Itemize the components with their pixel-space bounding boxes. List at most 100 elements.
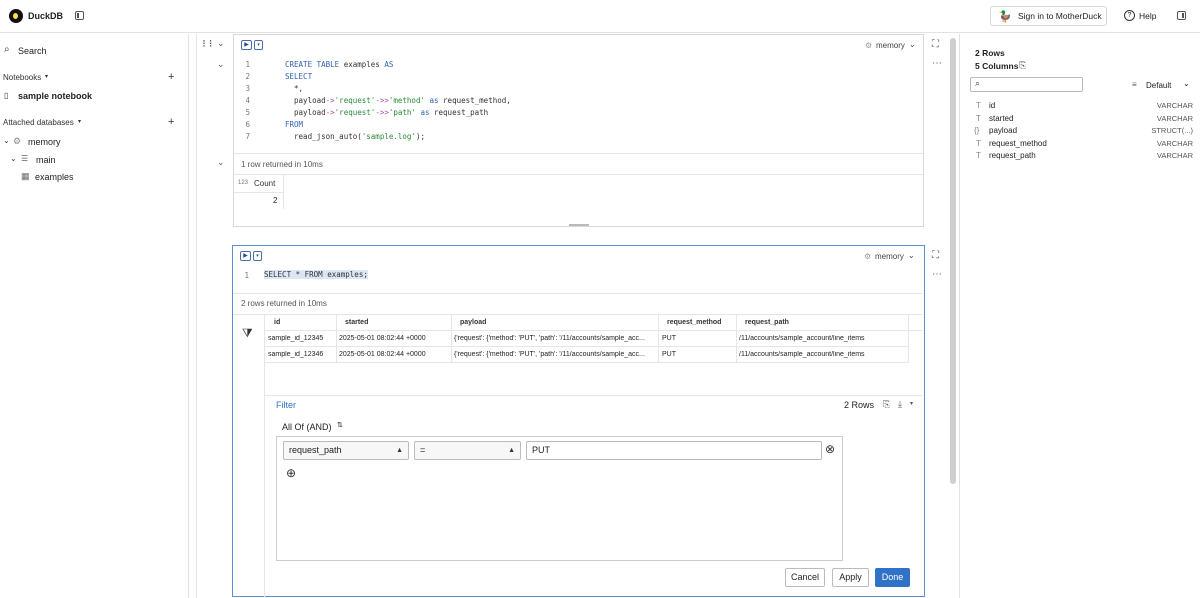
cancel-button[interactable]: Cancel: [785, 568, 825, 587]
chevron-down-icon[interactable]: ▾: [910, 400, 913, 407]
remove-filter-icon[interactable]: ⊗: [825, 442, 835, 456]
column-type: VARCHAR: [1156, 114, 1193, 123]
code-line[interactable]: CREATE TABLE examples AS: [285, 60, 393, 69]
help-icon[interactable]: ?: [1124, 10, 1135, 21]
code-line[interactable]: payload->'request'->>'method' as request…: [285, 96, 511, 105]
table-cell[interactable]: PUT: [662, 351, 732, 358]
filter-combinator-select[interactable]: All Of (AND): [282, 422, 332, 432]
column-item[interactable]: id: [989, 101, 995, 110]
run-options-button[interactable]: ▾: [254, 40, 263, 50]
motherduck-icon: 🦆: [998, 11, 1012, 23]
tree-item-main[interactable]: main: [36, 155, 56, 165]
download-icon[interactable]: ⤓: [898, 399, 902, 410]
scrollbar[interactable]: [950, 38, 956, 484]
collapse-code-icon[interactable]: ⌄: [217, 59, 225, 70]
column-header[interactable]: Count: [254, 179, 275, 188]
notebooks-caret-icon[interactable]: ▾: [45, 73, 48, 80]
right-panel-toggle-icon[interactable]: [1177, 11, 1186, 20]
sidebar-item-sample-notebook[interactable]: sample notebook: [18, 91, 92, 101]
filter-tab[interactable]: Filter: [276, 400, 296, 410]
add-filter-icon[interactable]: ⊕: [286, 466, 296, 480]
column-header-request-method[interactable]: request_method: [667, 319, 721, 326]
result-status: 2 rows returned in 10ms: [241, 299, 327, 308]
run-options-button[interactable]: ▾: [253, 251, 262, 261]
search-button[interactable]: Search: [18, 46, 47, 56]
divider: [265, 330, 923, 331]
motherduck-signin-button[interactable]: 🦆 Sign in to MotherDuck: [990, 6, 1107, 26]
column-header-payload[interactable]: payload: [460, 319, 486, 326]
column-type: VARCHAR: [1156, 151, 1193, 160]
filter-value-input[interactable]: PUT: [526, 441, 822, 460]
apply-button[interactable]: Apply: [832, 568, 869, 587]
tree-item-memory[interactable]: memory: [28, 137, 61, 147]
divider: [451, 315, 452, 362]
code-line[interactable]: read_json_auto('sample.log');: [285, 132, 425, 141]
divider: [265, 362, 909, 363]
collapse-result-icon[interactable]: ⌄: [217, 157, 225, 168]
chevron-down-icon[interactable]: ⌄: [1183, 79, 1190, 88]
column-header-id[interactable]: id: [274, 319, 280, 326]
expand-icon[interactable]: ⛶: [932, 250, 939, 261]
table-cell[interactable]: PUT: [662, 335, 732, 342]
column-item[interactable]: payload: [989, 126, 1017, 135]
table-cell[interactable]: sample_id_12346: [268, 351, 334, 358]
notebooks-header[interactable]: Notebooks: [3, 73, 41, 82]
column-search-input[interactable]: ⌕: [970, 77, 1083, 92]
more-options-icon[interactable]: ⋯: [932, 58, 942, 69]
resize-handle[interactable]: [569, 224, 589, 226]
table-cell[interactable]: {'request': {'method': 'PUT', 'path': '/…: [454, 335, 656, 342]
drag-handle-icon[interactable]: ⠇⠇: [202, 39, 215, 50]
filter-column-select[interactable]: request_path ▲: [283, 441, 409, 460]
add-notebook-icon[interactable]: +: [168, 71, 174, 83]
table-cell[interactable]: 2025-05-01 08:02:44 +0000: [339, 335, 449, 342]
chevron-down-icon[interactable]: ⌄: [3, 136, 10, 145]
copy-icon[interactable]: ⎘: [1019, 60, 1026, 71]
tree-item-examples[interactable]: examples: [35, 172, 74, 182]
code-line[interactable]: *,: [285, 84, 303, 93]
attach-database-icon[interactable]: +: [168, 116, 174, 128]
collapse-cell-icon[interactable]: ⌄: [217, 38, 225, 49]
column-header-request-path[interactable]: request_path: [745, 319, 789, 326]
more-options-icon[interactable]: ⋯: [932, 269, 942, 280]
cell-database-selector[interactable]: memory: [875, 252, 904, 261]
struct-type-icon: {}: [974, 126, 980, 135]
attached-databases-header[interactable]: Attached databases: [3, 118, 74, 127]
expand-icon[interactable]: ⛶: [932, 39, 939, 50]
chevron-down-icon[interactable]: ⌄: [909, 40, 916, 49]
sidebar-toggle-icon[interactable]: [75, 11, 84, 20]
line-number: 1: [244, 271, 249, 280]
divider: [234, 192, 284, 193]
code-line[interactable]: FROM: [285, 120, 303, 129]
run-button[interactable]: ▶: [241, 40, 252, 50]
table-cell[interactable]: 2: [273, 196, 277, 205]
done-button[interactable]: Done: [875, 568, 910, 587]
line-number: 6: [245, 120, 250, 129]
code-line[interactable]: payload->'request'->>'path' as request_p…: [285, 108, 488, 117]
select-arrows-icon: ▲: [396, 447, 403, 454]
table-cell[interactable]: 2025-05-01 08:02:44 +0000: [339, 351, 449, 358]
table-cell[interactable]: /11/accounts/sample_account/line_items: [739, 335, 905, 342]
chevron-down-icon[interactable]: ⌄: [10, 154, 17, 163]
filter-operator-select[interactable]: = ▲: [414, 441, 521, 460]
divider: [336, 315, 337, 362]
cell-database-selector[interactable]: memory: [876, 41, 905, 50]
chevron-down-icon[interactable]: ⌄: [908, 251, 915, 260]
code-line[interactable]: SELECT: [285, 72, 312, 81]
table-cell[interactable]: sample_id_12345: [268, 335, 334, 342]
help-button[interactable]: Help: [1139, 11, 1156, 21]
signin-label: Sign in to MotherDuck: [1018, 11, 1102, 21]
filter-active-icon[interactable]: ⧩: [242, 326, 253, 341]
table-cell[interactable]: /11/accounts/sample_account/line_items: [739, 351, 905, 358]
column-item[interactable]: started: [989, 114, 1013, 123]
copy-icon[interactable]: ⎘: [883, 399, 890, 410]
run-button[interactable]: ▶: [240, 251, 251, 261]
sort-arrows-icon[interactable]: ⇅: [337, 421, 343, 429]
code-editor[interactable]: SELECT * FROM examples;: [264, 270, 368, 279]
column-item[interactable]: request_path: [989, 151, 1036, 160]
attached-caret-icon[interactable]: ▾: [78, 118, 81, 125]
sort-select[interactable]: Default: [1146, 81, 1171, 90]
table-cell[interactable]: {'request': {'method': 'PUT', 'path': '/…: [454, 351, 656, 358]
column-item[interactable]: request_method: [989, 139, 1047, 148]
column-header-started[interactable]: started: [345, 319, 368, 326]
filter-operator-value: =: [420, 445, 426, 455]
